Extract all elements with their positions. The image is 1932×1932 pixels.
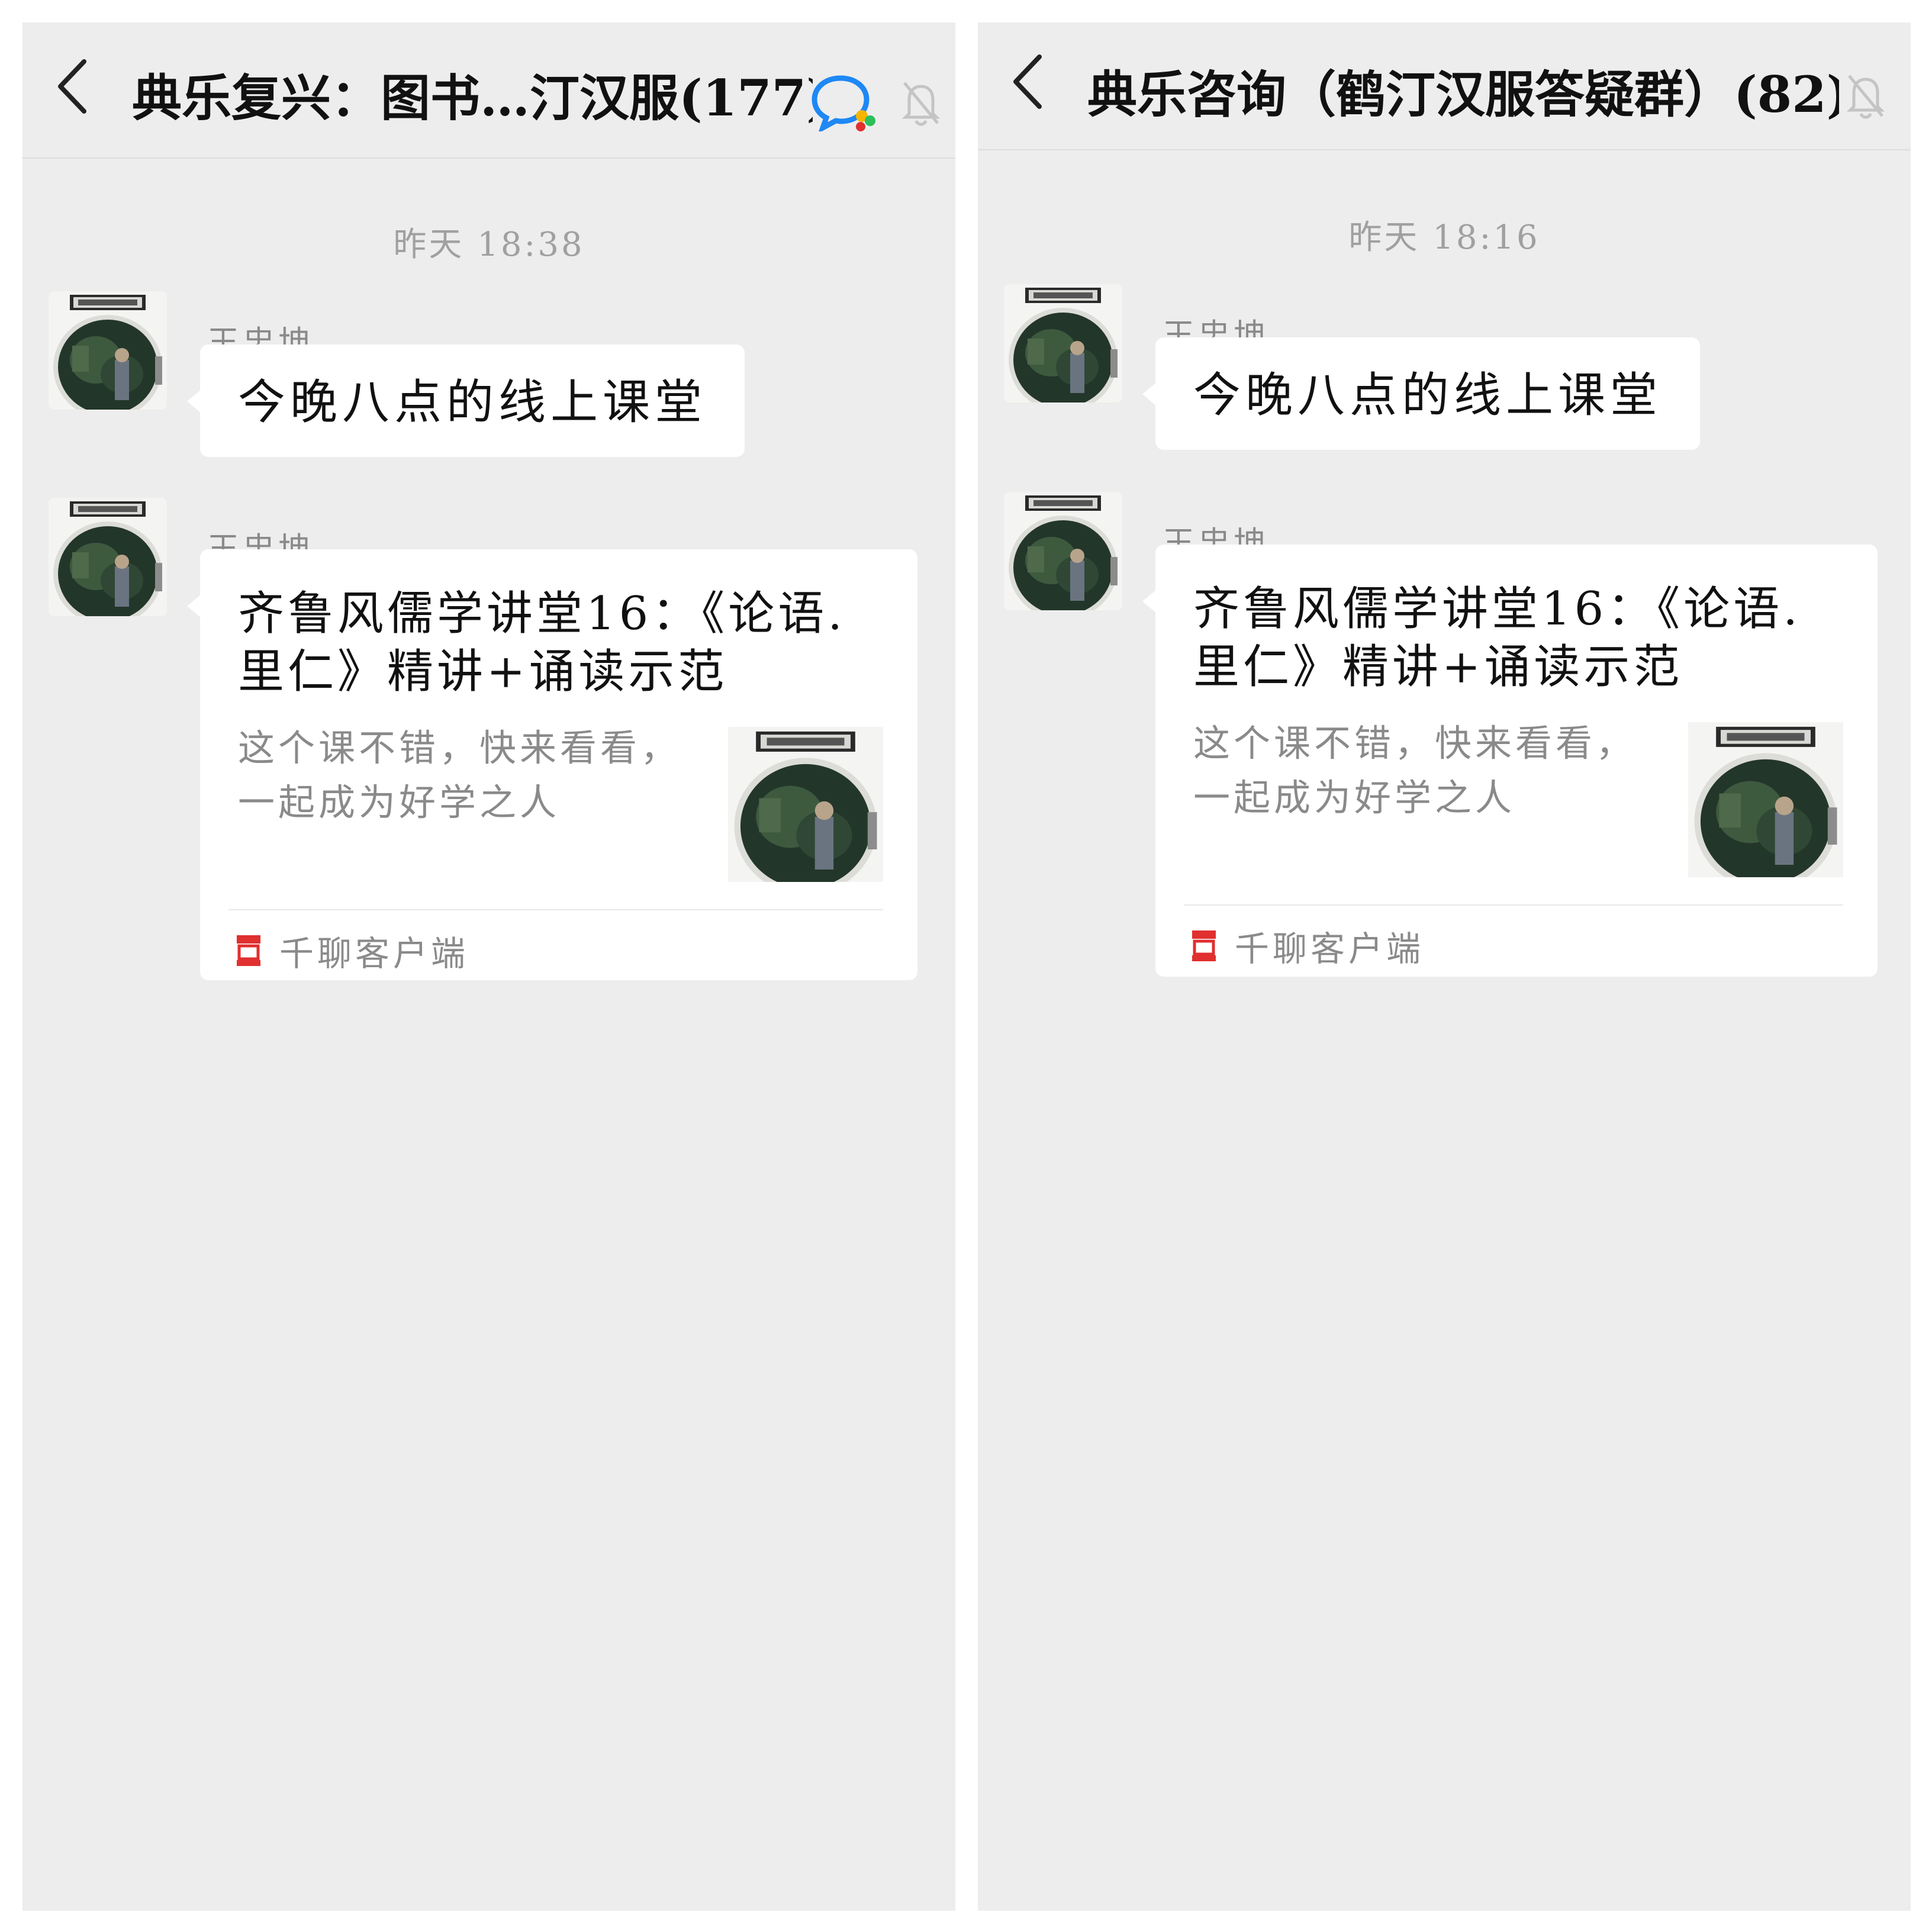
chat-header: 典乐复兴：图书…汀汉服(177) — [22, 22, 955, 159]
qq-chat-button[interactable] — [811, 75, 877, 131]
link-card[interactable]: 齐鲁风儒学讲堂16：《论语.里仁》精讲+诵读示范 这个课不错，快来看看，一起成为… — [1142, 545, 1878, 977]
card-thumbnail — [728, 727, 883, 882]
avatar[interactable] — [1004, 284, 1122, 402]
card-thumbnail-photo — [1688, 722, 1843, 877]
card-source: 千聊客户端 — [236, 927, 469, 974]
card-source-label: 千聊客户端 — [279, 933, 469, 974]
card-description: 这个课不错，快来看看，一起成为好学之人 — [1193, 722, 1637, 819]
message-timestamp: 昨天 18:16 — [1348, 218, 1540, 257]
chevron-left-icon — [58, 59, 86, 114]
card-title: 齐鲁风儒学讲堂16：《论语.里仁》精讲+诵读示范 — [1193, 582, 1802, 694]
qq-chat-icon — [812, 75, 875, 131]
qianliao-icon — [1191, 929, 1217, 962]
chat-header: 典乐咨询（鹤汀汉服答疑群）(82) — [978, 22, 1911, 150]
chat-title[interactable]: 典乐咨询（鹤汀汉服答疑群）(82) — [1087, 65, 1839, 124]
chevron-left-icon — [1013, 54, 1042, 109]
divider — [1184, 904, 1843, 906]
message-bubble[interactable]: 今晚八点的线上课堂 — [1142, 337, 1700, 450]
avatar[interactable] — [49, 498, 167, 616]
card-title: 齐鲁风儒学讲堂16：《论语.里仁》精讲+诵读示范 — [238, 587, 846, 698]
avatar-photo — [1004, 284, 1122, 402]
message-text: 今晚八点的线上课堂 — [1193, 368, 1662, 423]
card-description: 这个课不错，快来看看，一起成为好学之人 — [238, 726, 681, 824]
divider — [228, 909, 883, 910]
qianliao-icon — [236, 934, 262, 967]
avatar-photo — [1004, 492, 1122, 610]
avatar[interactable] — [49, 291, 167, 410]
card-source-label: 千聊客户端 — [1235, 929, 1425, 969]
bell-muted-icon — [1846, 75, 1885, 119]
card-thumbnail — [1688, 722, 1843, 877]
avatar[interactable] — [1004, 492, 1122, 610]
mute-indicator — [899, 78, 944, 128]
back-button[interactable] — [53, 57, 107, 122]
link-card[interactable]: 齐鲁风儒学讲堂16：《论语.里仁》精讲+诵读示范 这个课不错，快来看看，一起成为… — [187, 549, 917, 980]
chat-panel-right: 典乐咨询（鹤汀汉服答疑群）(82) 昨天 18:16 王忠坤 今晚八点的线上课堂… — [978, 22, 1911, 1911]
message-timestamp: 昨天 18:38 — [393, 226, 585, 264]
message-text: 今晚八点的线上课堂 — [238, 375, 707, 430]
chat-title[interactable]: 典乐复兴：图书…汀汉服(177) — [132, 69, 813, 128]
back-button[interactable] — [1009, 52, 1062, 117]
avatar-photo — [49, 291, 167, 410]
card-source: 千聊客户端 — [1191, 922, 1424, 970]
card-thumbnail-photo — [728, 727, 883, 882]
message-bubble[interactable]: 今晚八点的线上课堂 — [187, 344, 745, 457]
avatar-photo — [49, 498, 167, 616]
bell-muted-icon — [901, 82, 941, 126]
mute-indicator — [1843, 71, 1888, 121]
chat-panel-left: 典乐复兴：图书…汀汉服(177) 昨天 18:38 王忠坤 今晚八点的线上课堂 — [22, 22, 955, 1911]
